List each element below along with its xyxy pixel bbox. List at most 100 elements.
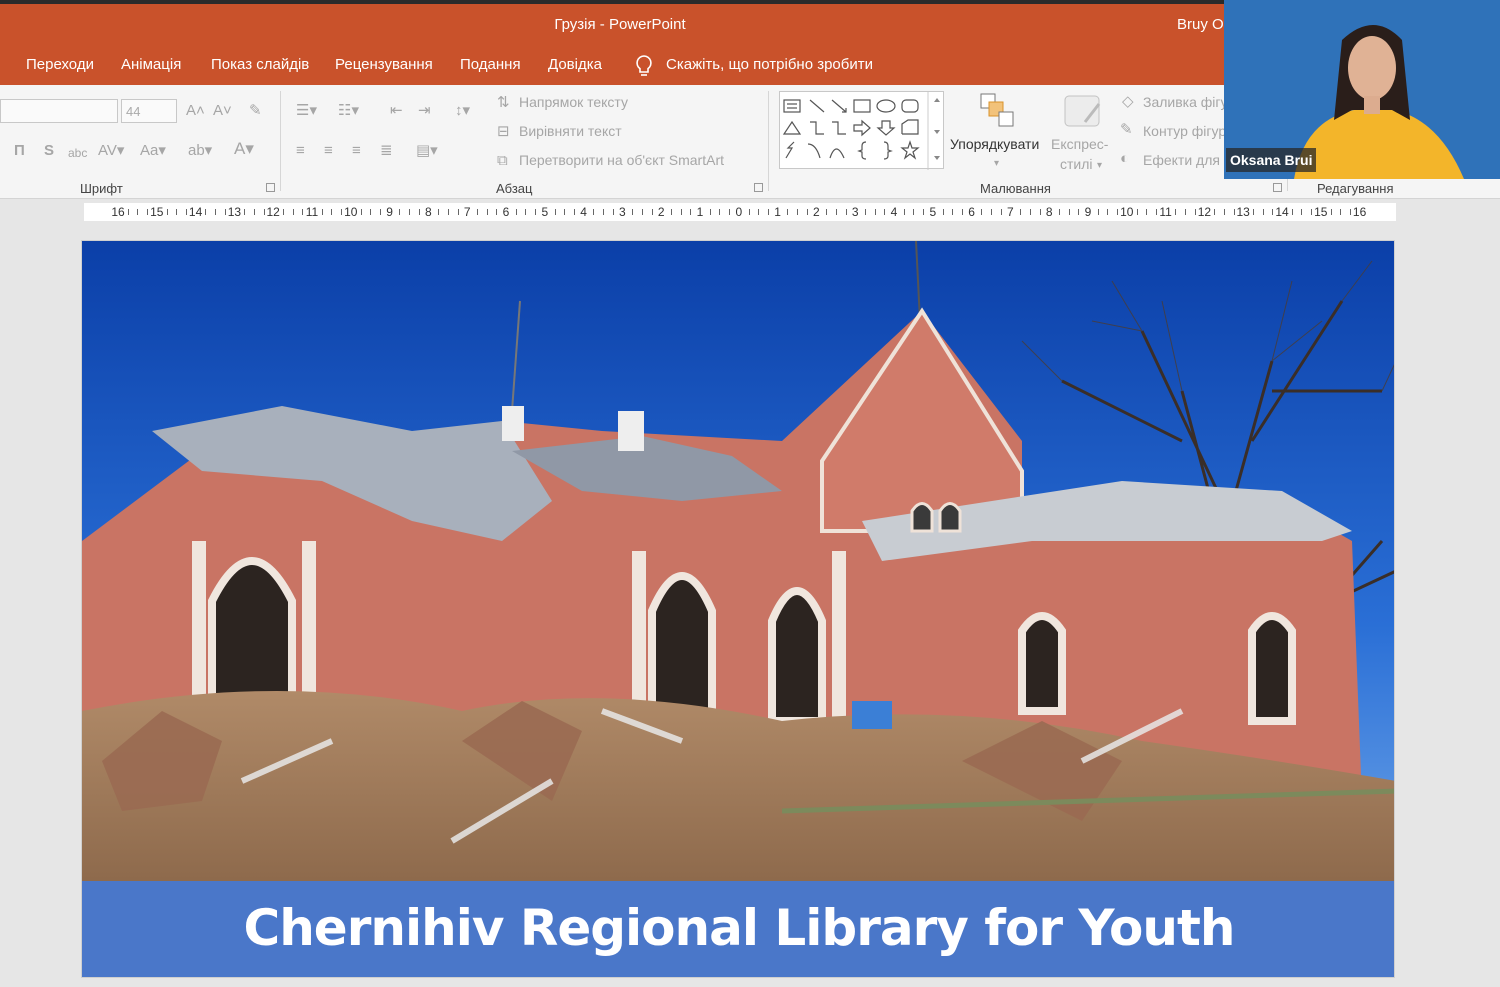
ruler-tick bbox=[1185, 209, 1186, 215]
clear-formatting-icon[interactable]: ✎ bbox=[249, 102, 262, 120]
numbering-icon[interactable]: ☷▾ bbox=[338, 102, 359, 120]
ruler-tick bbox=[409, 209, 410, 215]
ruler-tick bbox=[476, 209, 478, 215]
ruler-number: 2 bbox=[813, 205, 820, 219]
decrease-indent-icon[interactable]: ⇤ bbox=[390, 102, 403, 120]
ruler-tick bbox=[874, 209, 876, 215]
ruler-number: 5 bbox=[929, 205, 937, 219]
ruler-number: 3 bbox=[851, 205, 859, 219]
text-shadow-icon[interactable]: S bbox=[44, 142, 54, 160]
smartart-icon[interactable]: ⧉ bbox=[497, 152, 508, 170]
ruler-tick bbox=[1262, 209, 1264, 215]
font-group-label: Шрифт bbox=[80, 181, 123, 196]
highlight-icon[interactable]: ab▾ bbox=[188, 142, 212, 160]
ruler-number: 11 bbox=[1159, 205, 1172, 219]
ruler-tick bbox=[341, 209, 343, 215]
shape-outline-button[interactable]: Контур фігури bbox=[1143, 123, 1224, 139]
ruler-tick bbox=[670, 209, 672, 215]
shape-effects-button[interactable]: Ефекти для фігур bbox=[1143, 152, 1224, 168]
underline-icon[interactable]: П bbox=[14, 142, 25, 160]
ruler-tick bbox=[573, 209, 575, 215]
font-family-box[interactable] bbox=[0, 99, 118, 123]
align-center-icon[interactable]: ≡ bbox=[324, 142, 333, 160]
slide-caption[interactable]: Chernihiv Regional Library for Youth bbox=[82, 899, 1394, 957]
ruler-tick bbox=[360, 209, 362, 215]
ruler-tick bbox=[496, 209, 498, 215]
character-spacing-icon[interactable]: AV▾ bbox=[98, 142, 124, 160]
ruler-tick bbox=[758, 209, 760, 215]
ruler-tick bbox=[370, 209, 372, 215]
slide-canvas[interactable]: Chernihiv Regional Library for Youth bbox=[81, 240, 1395, 978]
tab-view[interactable]: Подання bbox=[460, 56, 521, 73]
quick-styles-icon[interactable] bbox=[1063, 92, 1103, 132]
chevron-down-icon: ▾ bbox=[994, 158, 1000, 169]
quick-styles-line2[interactable]: стилі bbox=[1060, 156, 1093, 172]
ruler-tick bbox=[1058, 209, 1060, 215]
paragraph-dialog-launcher-icon[interactable] bbox=[754, 183, 763, 192]
ruler-tick bbox=[282, 209, 284, 215]
ruler-number: 6 bbox=[968, 205, 975, 219]
tab-review[interactable]: Рецензування bbox=[335, 56, 433, 73]
ruler-tick bbox=[903, 209, 905, 215]
ruler-tick bbox=[729, 209, 731, 215]
caption-bar: Chernihiv Regional Library for Youth bbox=[82, 881, 1394, 977]
strikethrough-icon[interactable]: abc bbox=[68, 144, 87, 162]
font-dialog-launcher-icon[interactable] bbox=[266, 183, 275, 192]
tab-transitions[interactable]: Переходи bbox=[26, 56, 94, 73]
text-direction-icon[interactable]: ⇅ bbox=[497, 94, 510, 112]
ruler-tick bbox=[515, 209, 517, 215]
text-direction-button[interactable]: Напрямок тексту bbox=[519, 94, 628, 110]
tab-help[interactable]: Довідка bbox=[548, 56, 602, 73]
shapes-gallery[interactable] bbox=[779, 91, 944, 170]
drawing-dialog-launcher-icon[interactable] bbox=[1273, 183, 1282, 192]
ruler-number: 9 bbox=[386, 205, 393, 219]
ruler-number: 8 bbox=[425, 205, 432, 219]
ruler-tick bbox=[1078, 209, 1080, 215]
account-name[interactable]: Bruy Ol bbox=[1177, 16, 1227, 33]
grow-font-icon[interactable]: A˄ bbox=[186, 102, 205, 120]
arrange-button[interactable]: Упорядкувати bbox=[950, 136, 1039, 152]
font-color-icon[interactable]: A▾ bbox=[234, 140, 254, 158]
ruler-tick bbox=[1233, 209, 1235, 215]
align-text-button[interactable]: Вирівняти текст bbox=[519, 123, 622, 139]
participant-video[interactable]: Oksana Brui bbox=[1224, 0, 1500, 179]
ruler-tick bbox=[981, 209, 983, 215]
tab-slide-show[interactable]: Показ слайдів bbox=[211, 56, 309, 73]
bullets-icon[interactable]: ☰▾ bbox=[296, 102, 317, 120]
paint-bucket-icon[interactable]: ◇ bbox=[1122, 93, 1134, 111]
font-size-box[interactable]: 44 bbox=[121, 99, 177, 123]
horizontal-ruler[interactable]: 16 15 14 13 12 11 10 9 8 7 6 5 4 3 2 1 0 1 2 3 4 5 6 7 8 9 10 11 12 1… bbox=[84, 203, 1396, 221]
ruler-tick bbox=[438, 209, 440, 215]
destroyed-library-photo bbox=[82, 241, 1394, 881]
ruler-tick bbox=[564, 209, 566, 215]
arrange-icon[interactable] bbox=[979, 92, 1017, 128]
pencil-icon[interactable]: ✎ bbox=[1120, 121, 1133, 139]
ruler-tick bbox=[535, 209, 537, 215]
powerpoint-window: Грузія - PowerPoint Bruy Ol Переходи Ані… bbox=[0, 0, 1500, 987]
ruler-tick bbox=[1252, 209, 1254, 215]
ruler-tick bbox=[1029, 209, 1031, 215]
align-right-icon[interactable]: ≡ bbox=[352, 142, 361, 160]
ruler-tick bbox=[913, 209, 915, 215]
ruler-tick bbox=[292, 209, 294, 215]
increase-indent-icon[interactable]: ⇥ bbox=[418, 102, 431, 120]
quick-styles-line1[interactable]: Експрес- bbox=[1051, 136, 1108, 152]
ruler-tick bbox=[1000, 209, 1002, 215]
tell-me-search[interactable]: Скажіть, що потрібно зробити bbox=[666, 56, 873, 73]
columns-icon[interactable]: ▤▾ bbox=[416, 142, 438, 160]
lightbulb-icon[interactable] bbox=[634, 54, 654, 78]
shrink-font-icon[interactable]: A˅ bbox=[213, 102, 232, 120]
ruler-tick bbox=[1136, 209, 1138, 215]
ruler-number: 10 bbox=[344, 205, 358, 219]
align-text-icon[interactable]: ⊟ bbox=[497, 123, 510, 141]
shape-effects-icon[interactable]: ◐ bbox=[1120, 150, 1129, 168]
shape-fill-button[interactable]: Заливка фігури bbox=[1143, 94, 1224, 110]
justify-icon[interactable]: ≣ bbox=[380, 142, 393, 160]
tab-animations[interactable]: Анімація bbox=[121, 56, 181, 73]
ruler-tick bbox=[612, 209, 614, 215]
ruler-number: 3 bbox=[619, 205, 626, 219]
change-case-icon[interactable]: Aa▾ bbox=[140, 142, 166, 160]
align-left-icon[interactable]: ≡ bbox=[296, 142, 305, 160]
convert-smartart-button[interactable]: Перетворити на об'єкт SmartArt bbox=[519, 152, 724, 168]
line-spacing-icon[interactable]: ↕▾ bbox=[455, 102, 470, 120]
